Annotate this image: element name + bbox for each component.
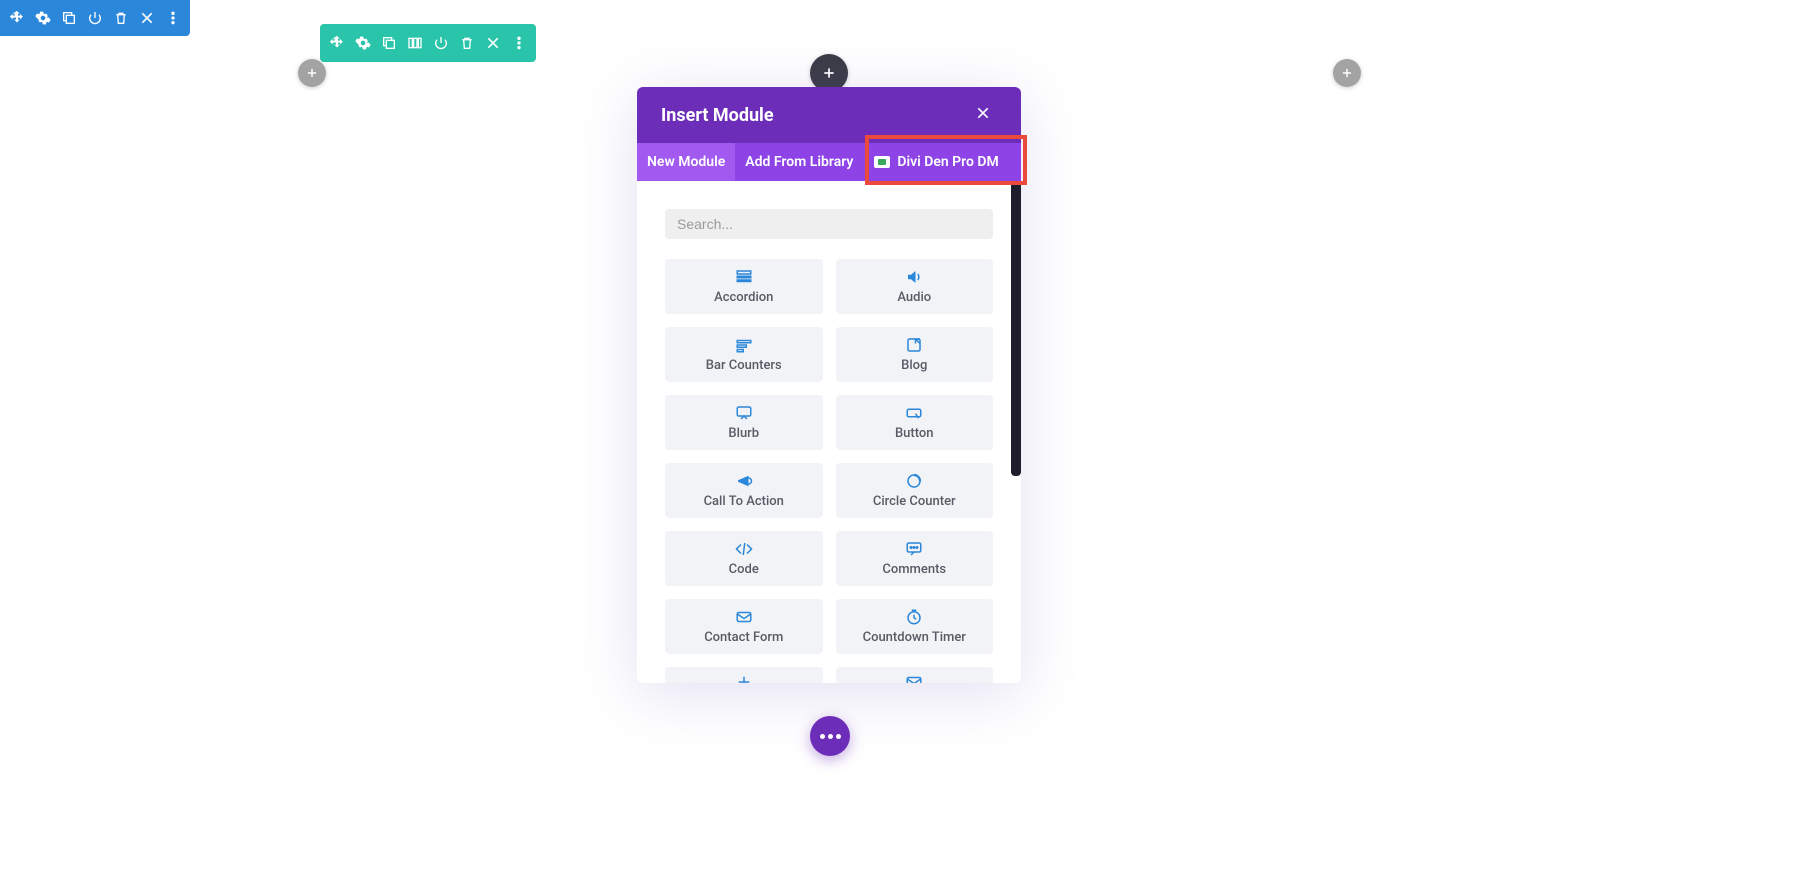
power-icon[interactable]: [82, 0, 108, 36]
plus-icon: [735, 673, 753, 683]
circlecounter-icon: [905, 472, 923, 490]
module-blog[interactable]: Blog: [836, 327, 994, 382]
mail-icon: [905, 673, 923, 683]
duplicate-icon[interactable]: [376, 24, 402, 62]
modal-title: Insert Module: [661, 105, 774, 126]
module-countdown-timer[interactable]: Countdown Timer: [836, 599, 994, 654]
module-bar-counters[interactable]: Bar Counters: [665, 327, 823, 382]
add-button[interactable]: [1333, 59, 1361, 87]
module-label: Countdown Timer: [863, 630, 966, 645]
more-icon[interactable]: [506, 24, 532, 62]
module-accordion[interactable]: Accordion: [665, 259, 823, 314]
module-label: Contact Form: [704, 630, 783, 645]
scrollbar[interactable]: [1011, 181, 1021, 476]
divi-den-icon: [873, 155, 891, 169]
close-icon[interactable]: [480, 24, 506, 62]
module-contact-form[interactable]: Contact Form: [665, 599, 823, 654]
power-icon[interactable]: [428, 24, 454, 62]
button-icon: [905, 404, 923, 422]
module-code[interactable]: Code: [665, 531, 823, 586]
trash-icon[interactable]: [454, 24, 480, 62]
countdown-icon: [905, 608, 923, 626]
trash-icon[interactable]: [108, 0, 134, 36]
audio-icon: [905, 268, 923, 286]
tab-new-module[interactable]: New Module: [637, 143, 735, 181]
module-label: Audio: [897, 290, 931, 305]
accordion-icon: [735, 268, 753, 286]
modal-header: Insert Module: [637, 87, 1021, 143]
insert-module-modal: Insert Module New Module Add From Librar…: [637, 87, 1021, 683]
module-label: Comments: [882, 562, 946, 577]
barcounters-icon: [735, 336, 753, 354]
module-peek[interactable]: [836, 667, 994, 683]
columns-icon[interactable]: [402, 24, 428, 62]
code-icon: [735, 540, 753, 558]
module-grid: Accordion Audio Bar Counters Blog Blurb …: [665, 259, 993, 683]
module-peek[interactable]: [665, 667, 823, 683]
search-input[interactable]: [665, 209, 993, 239]
module-label: Blurb: [728, 426, 759, 441]
row-toolbar: [320, 24, 536, 62]
module-circle-counter[interactable]: Circle Counter: [836, 463, 994, 518]
cta-icon: [735, 472, 753, 490]
tab-divi-den-pro-dm[interactable]: Divi Den Pro DM: [863, 143, 1008, 181]
module-label: Button: [895, 426, 934, 441]
modal-body: Accordion Audio Bar Counters Blog Blurb …: [637, 181, 1021, 683]
module-call-to-action[interactable]: Call To Action: [665, 463, 823, 518]
module-label: Circle Counter: [873, 494, 956, 509]
comments-icon: [905, 540, 923, 558]
blurb-icon: [735, 404, 753, 422]
close-button[interactable]: [969, 99, 997, 131]
tab-add-from-library[interactable]: Add From Library: [735, 143, 863, 181]
more-icon[interactable]: [160, 0, 186, 36]
tab-label: New Module: [647, 154, 725, 170]
module-label: Accordion: [714, 290, 773, 305]
ellipsis-icon: [820, 734, 841, 739]
module-label: Code: [729, 562, 759, 577]
move-icon[interactable]: [4, 0, 30, 36]
section-toolbar: [0, 0, 190, 36]
module-comments[interactable]: Comments: [836, 531, 994, 586]
move-icon[interactable]: [324, 24, 350, 62]
more-options-fab[interactable]: [810, 716, 850, 756]
duplicate-icon[interactable]: [56, 0, 82, 36]
tab-label: Add From Library: [745, 154, 853, 170]
contactform-icon: [735, 608, 753, 626]
module-label: Call To Action: [704, 494, 784, 509]
module-audio[interactable]: Audio: [836, 259, 994, 314]
module-button[interactable]: Button: [836, 395, 994, 450]
blog-icon: [905, 336, 923, 354]
module-label: Blog: [901, 358, 927, 373]
close-icon[interactable]: [134, 0, 160, 36]
add-button[interactable]: [298, 59, 326, 87]
gear-icon[interactable]: [30, 0, 56, 36]
modal-tabs: New Module Add From Library Divi Den Pro…: [637, 143, 1021, 181]
gear-icon[interactable]: [350, 24, 376, 62]
module-blurb[interactable]: Blurb: [665, 395, 823, 450]
tab-label: Divi Den Pro DM: [897, 154, 998, 170]
module-label: Bar Counters: [706, 358, 782, 373]
